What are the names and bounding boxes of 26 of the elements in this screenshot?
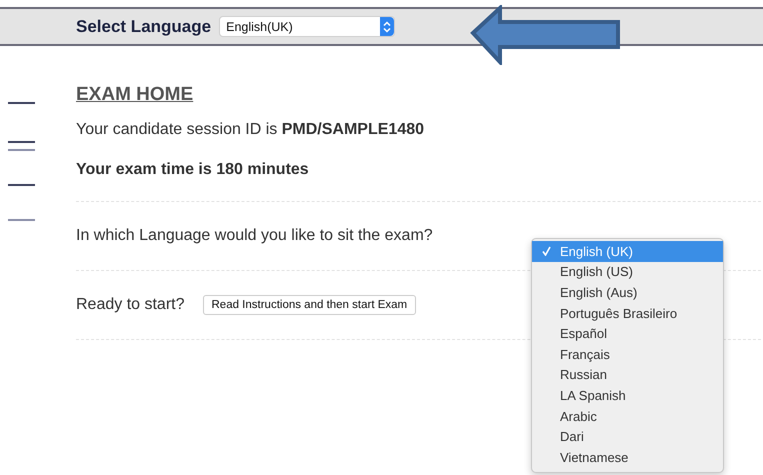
side-mark xyxy=(8,149,35,151)
menu-item[interactable]: Dari xyxy=(532,426,723,447)
arrow-icon xyxy=(470,5,622,65)
menu-item[interactable]: Vietnamese xyxy=(532,446,723,468)
ready-label: Ready to start? xyxy=(76,296,184,314)
page-heading: EXAM HOME xyxy=(76,84,194,106)
side-mark xyxy=(8,219,35,221)
menu-item[interactable]: English (Aus) xyxy=(532,282,723,303)
select-label: Select Language xyxy=(76,16,212,36)
menu-item[interactable]: English (US) xyxy=(532,262,723,282)
question-text: In which Language would you like to sit the exam? xyxy=(76,227,433,245)
menu-item[interactable]: Português Brasileiro xyxy=(532,302,723,324)
session-text: Your candidate session ID is PMD/SAMPLE1480 xyxy=(76,121,426,139)
menu-item[interactable]: Arabic xyxy=(532,406,723,426)
menu-item[interactable]: Español xyxy=(532,323,723,344)
side-mark xyxy=(8,141,35,143)
start-exam-button[interactable]: Read Instructions and then start Exam xyxy=(202,295,416,315)
stepper-icon xyxy=(380,17,394,36)
menu-item[interactable]: Français xyxy=(532,344,723,365)
side-mark xyxy=(8,184,35,186)
exam-time-text: Your exam time is 180 minutes xyxy=(76,161,310,179)
language-select[interactable]: English(UK) xyxy=(219,16,396,37)
check-icon xyxy=(542,246,550,256)
menu-item[interactable]: Russian xyxy=(532,364,723,386)
menu-item[interactable]: LA Spanish xyxy=(532,385,723,406)
side-mark xyxy=(8,102,35,104)
